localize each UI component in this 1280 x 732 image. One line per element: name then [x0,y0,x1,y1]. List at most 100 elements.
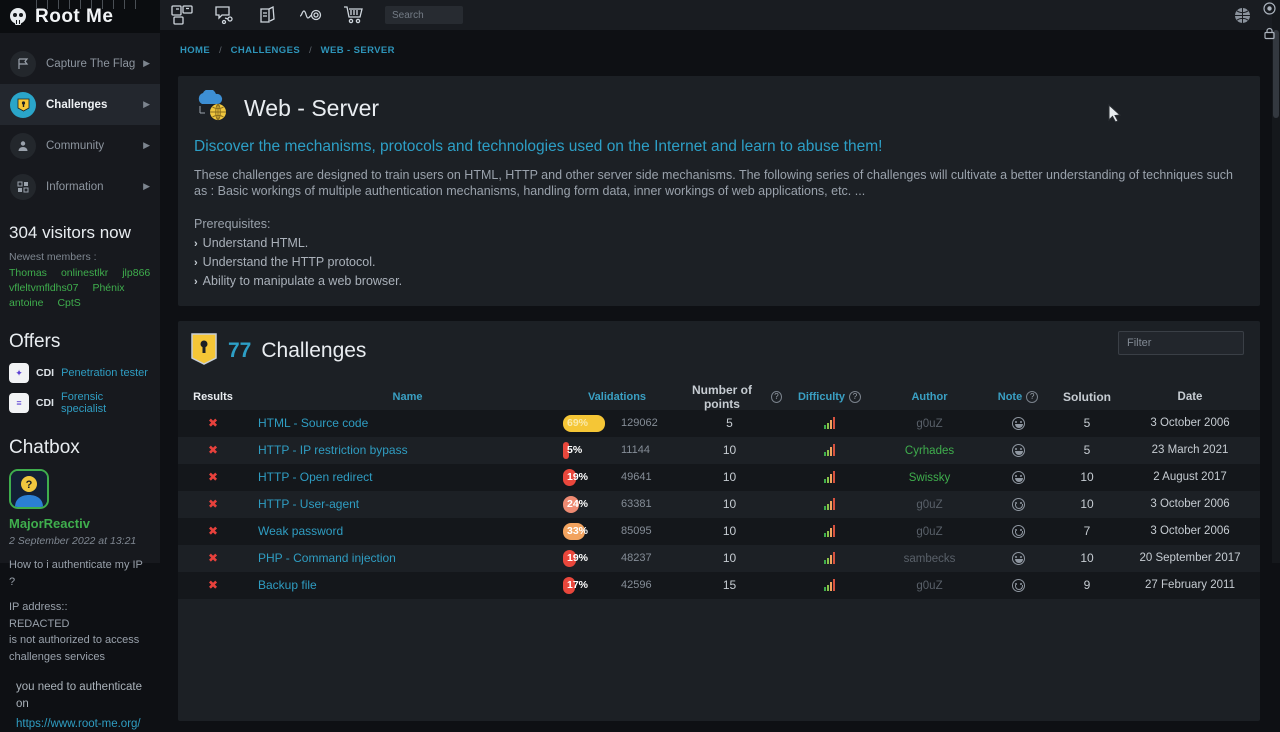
member-link[interactable]: Thomas [9,267,47,279]
map-icon[interactable] [170,4,194,26]
skull-logo-icon [8,7,28,27]
table-header: Results Name Validations Number of point… [178,384,1260,410]
solution-count: 5 [1054,416,1120,430]
target-icon[interactable] [1263,2,1276,20]
solution-count: 10 [1054,470,1120,484]
chat-username-link[interactable]: MajorReactiv [9,516,90,531]
chatbox-title: Chatbox [9,437,151,459]
newest-members-list: Thomas onlinestlkr jlp866 vfleltvmfldhs0… [9,267,151,309]
column-results[interactable]: Results [178,391,248,403]
challenges-badge-icon [190,333,218,370]
offer-type: CDI [36,367,54,379]
challenge-link[interactable]: HTTP - Open redirect [258,470,372,484]
column-validations[interactable]: Validations [557,391,677,403]
not-validated-icon: ✖ [208,416,218,430]
logo-text: Root Me [35,6,113,28]
points-value: 5 [677,416,782,430]
member-link[interactable]: vfleltvmfldhs07 [9,282,78,294]
page-action-icons [1263,2,1276,45]
challenge-link[interactable]: Weak password [258,524,343,538]
validation-percent-badge: 19% [563,469,613,486]
difficulty-icon [824,417,835,429]
points-value: 10 [677,470,782,484]
date-value: 3 October 2006 [1120,417,1260,429]
column-name[interactable]: Name [248,391,557,403]
topbar [160,0,1280,30]
sidebar-item-community[interactable]: Community ▶ [0,125,160,166]
challenges-card: 77 Challenges Results Name Validations N… [178,321,1260,721]
chevron-right-icon: ▶ [143,140,150,151]
filter-input[interactable] [1118,331,1244,355]
sidebar-item-label: Information [46,181,143,193]
offer-logo-icon: ✦ [9,363,29,383]
offers-title: Offers [9,331,151,353]
search-input[interactable] [385,6,463,24]
challenge-link[interactable]: HTTP - User-agent [258,497,359,511]
breadcrumb-separator: / [219,45,222,55]
author-link[interactable]: g0uZ [916,418,942,430]
sidebar-item-capture-the-flag[interactable]: Capture The Flag ▶ [0,43,160,84]
challenges-title: Challenges [261,339,366,363]
breadcrumb-web-server[interactable]: WEB - SERVER [321,45,395,56]
author-link[interactable]: sambecks [904,553,956,565]
member-link[interactable]: Phénix [92,282,124,294]
column-note[interactable]: Note? [982,391,1054,403]
author-link[interactable]: g0uZ [916,526,942,538]
sidebar-item-challenges[interactable]: Challenges ▶ [0,84,160,125]
member-link[interactable]: CptS [57,297,80,309]
breadcrumb-home[interactable]: HOME [180,45,210,56]
challenge-link[interactable]: HTML - Source code [258,416,368,430]
challenge-link[interactable]: Backup file [258,578,317,592]
logo[interactable]: Root Me [0,0,160,33]
member-link[interactable]: jlp866 [122,267,150,279]
table-row: ✖ HTML - Source code 69% 129062 5 g0uZ 5… [178,410,1260,437]
difficulty-icon [824,444,835,456]
challenge-link[interactable]: HTTP - IP restriction bypass [258,443,408,457]
author-link[interactable]: Swissky [909,472,951,484]
category-card: Web - Server Discover the mechanisms, pr… [178,76,1260,306]
chat-quote-link[interactable]: https://www.root-me.org/ [16,718,141,730]
solution-count: 9 [1054,578,1120,592]
docs-icon[interactable] [256,4,280,26]
author-link[interactable]: g0uZ [916,499,942,511]
note-emoji [1012,498,1025,511]
not-validated-icon: ✖ [208,578,218,592]
author-link[interactable]: g0uZ [916,580,942,592]
cart-icon[interactable] [342,4,366,26]
offer-link[interactable]: Forensic specialist [61,391,151,415]
breadcrumb-challenges[interactable]: CHALLENGES [231,45,300,56]
activity-icon[interactable] [299,4,323,26]
column-author[interactable]: Author [877,391,982,403]
column-difficulty[interactable]: Difficulty? [782,391,877,403]
help-icon[interactable]: ? [1026,391,1038,403]
page-title: Web - Server [244,95,379,122]
date-value: 3 October 2006 [1120,498,1260,510]
not-validated-icon: ✖ [208,497,218,511]
column-date[interactable]: Date [1120,391,1260,403]
lock-icon[interactable] [1263,27,1276,45]
bullet-icon: › [194,257,198,269]
member-link[interactable]: antoine [9,297,43,309]
date-value: 23 March 2021 [1120,444,1260,456]
column-solution[interactable]: Solution [1054,390,1120,404]
column-points[interactable]: Number of points? [677,383,782,411]
validation-count: 11144 [621,444,650,456]
author-link[interactable]: Cyrhades [905,445,954,457]
difficulty-icon [824,498,835,510]
category-subtitle: Discover the mechanisms, protocols and t… [194,138,1244,156]
sidebar-item-information[interactable]: Information ▶ [0,166,160,207]
validation-percent-badge: 5% [563,442,613,459]
member-link[interactable]: onlinestlkr [61,267,108,279]
sidebar: Root Me Capture The Flag ▶ Challenges ▶ … [0,0,160,563]
points-value: 10 [677,524,782,538]
date-value: 2 August 2017 [1120,471,1260,483]
help-icon[interactable]: ? [849,391,861,403]
note-emoji [1012,444,1025,457]
help-icon[interactable]: ? [771,391,782,403]
globe-icon[interactable] [1230,4,1254,26]
offer-link[interactable]: Penetration tester [61,367,148,379]
avatar[interactable]: ? [9,469,49,509]
note-emoji [1012,525,1025,538]
table-body: ✖ HTML - Source code 69% 129062 5 g0uZ 5… [178,410,1260,599]
forum-icon[interactable] [213,4,237,26]
